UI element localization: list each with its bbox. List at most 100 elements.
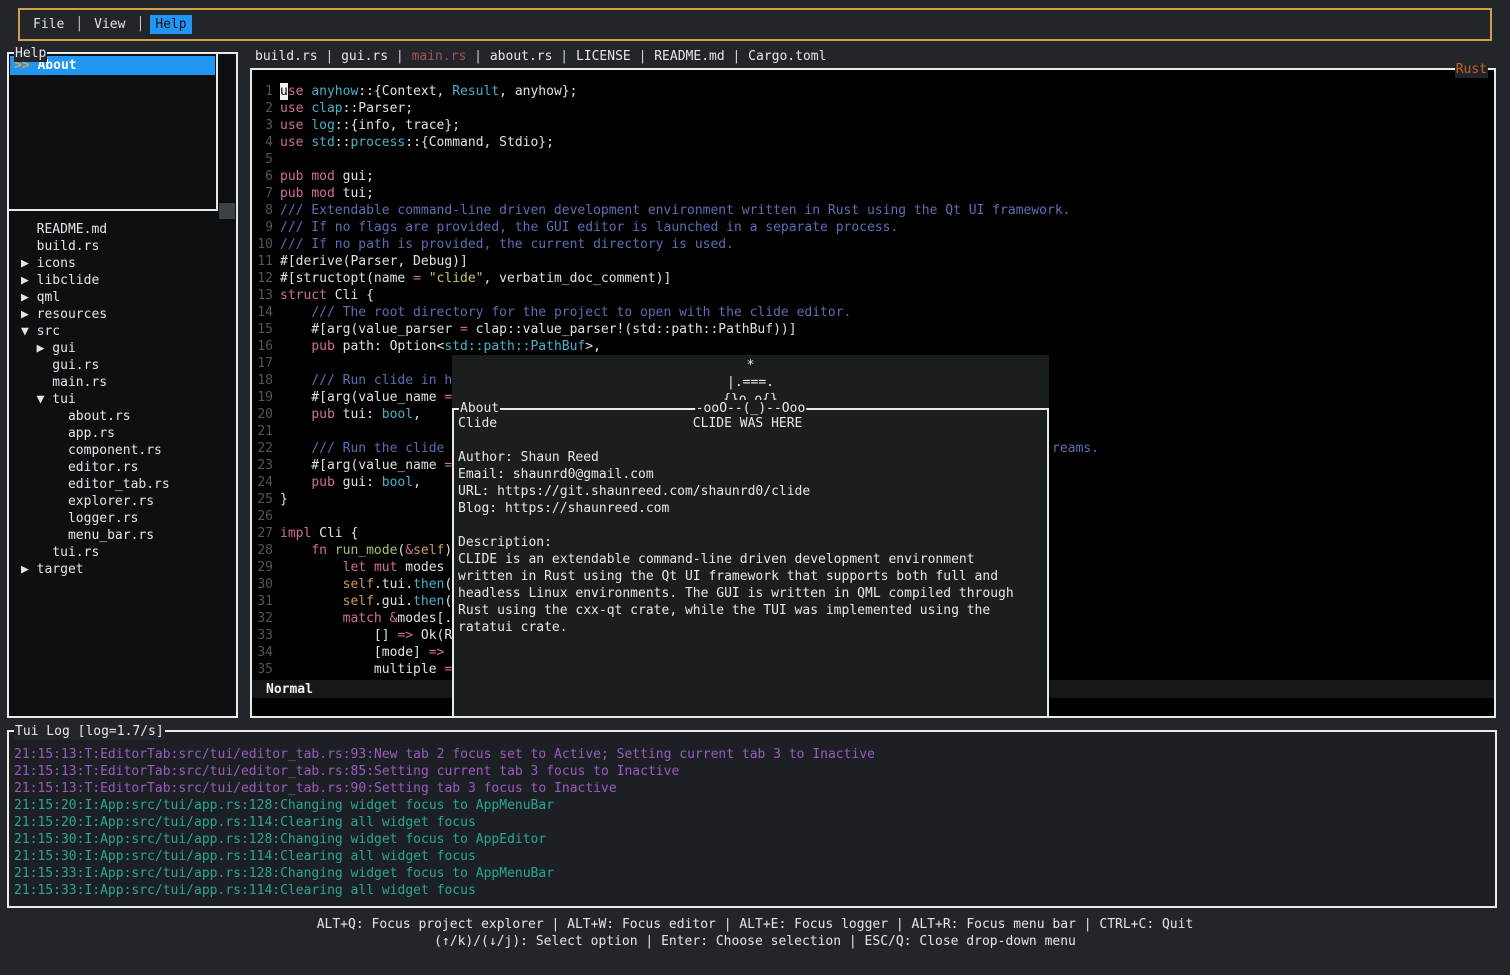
code-token: [mode] <box>280 644 429 661</box>
menu-item-file[interactable]: File <box>28 15 69 34</box>
about-popup-line: Rust using the cxx-qt crate, while the T… <box>458 602 1045 619</box>
log-entry: 21:15:13:T:EditorTab:src/tui/editor_tab.… <box>14 780 1493 797</box>
code-token: multiple <box>280 661 444 678</box>
tui-log-title: Tui Log [log=1.7/s] <box>14 723 165 740</box>
clide-tui-app: File│View│Help README.md build.rs▶ icons… <box>0 0 1510 975</box>
about-popup-line: Clide CLIDE WAS HERE <box>458 415 1045 432</box>
code-token: then <box>413 593 444 610</box>
line-number: 23 <box>256 457 273 474</box>
file-tree-item[interactable]: ▶ target <box>13 561 234 578</box>
dropdown-scrollbar-thumb[interactable] <box>219 203 235 219</box>
file-tree-item[interactable]: component.rs <box>13 442 234 459</box>
file-tree-item[interactable]: explorer.rs <box>13 493 234 510</box>
code-token: clap::value_parser!(std::path::PathBuf))… <box>468 321 797 338</box>
line-number: 1 <box>256 83 273 100</box>
code-token: >, <box>585 338 601 355</box>
editor-tab-gui-rs[interactable]: gui.rs <box>341 49 388 64</box>
code-token: /// Run clide in h <box>311 372 452 389</box>
help-dropdown-menu: Help >> About <box>7 52 218 211</box>
code-line: 12#[structopt(name = "clide", verbatim_d… <box>256 270 1491 287</box>
code-token: => <box>397 627 413 644</box>
code-token: se <box>288 83 304 100</box>
line-number: 27 <box>256 525 273 542</box>
code-token: use <box>280 134 303 151</box>
code-token <box>280 440 311 457</box>
line-number: 3 <box>256 117 273 134</box>
code-token: => <box>429 644 445 661</box>
code-token: , verbatim_doc_comment)] <box>484 270 672 287</box>
code-token: = <box>460 321 468 338</box>
file-tree-item[interactable]: app.rs <box>13 425 234 442</box>
file-tree-item[interactable]: README.md <box>13 221 234 238</box>
code-token: #[arg(value_name <box>280 389 444 406</box>
file-tree-item[interactable]: ▼ tui <box>13 391 234 408</box>
code-token: "clide" <box>429 270 484 287</box>
file-tree-item[interactable]: ▶ libclide <box>13 272 234 289</box>
code-token: modes[. <box>397 610 452 627</box>
file-tree-item[interactable]: gui.rs <box>13 357 234 374</box>
code-line: 14 /// The root directory for the projec… <box>256 304 1491 321</box>
line-number: 30 <box>256 576 273 593</box>
about-popup-line: Description: <box>458 534 1045 551</box>
tui-log-panel[interactable]: Tui Log [log=1.7/s] 21:15:13:T:EditorTab… <box>7 730 1497 908</box>
file-tree-item[interactable]: main.rs <box>13 374 234 391</box>
file-tree-item[interactable]: ▶ icons <box>13 255 234 272</box>
line-number: 7 <box>256 185 273 202</box>
file-tree-item[interactable]: ▶ gui <box>13 340 234 357</box>
about-popup-line: Email: shaunrd0@gmail.com <box>458 466 1045 483</box>
editor-tab-cargo-toml[interactable]: Cargo.toml <box>748 49 826 64</box>
code-line: 10/// If no path is provided, the curren… <box>256 236 1491 253</box>
code-token: self <box>343 576 374 593</box>
keybinding-help-line-2: (↑/k)/(↓/j): Select option | Enter: Choo… <box>0 933 1510 950</box>
code-line: 8/// Extendable command-line driven deve… <box>256 202 1491 219</box>
editor-tab-license[interactable]: LICENSE <box>576 49 631 64</box>
editor-tab-readme-md[interactable]: README.md <box>654 49 724 64</box>
line-number: 12 <box>256 270 273 287</box>
line-number: 24 <box>256 474 273 491</box>
file-tree-item[interactable]: editor.rs <box>13 459 234 476</box>
code-token <box>280 372 311 389</box>
code-token: , anyhow}; <box>499 83 577 100</box>
file-tree-item[interactable]: ▶ qml <box>13 289 234 306</box>
about-popup-line <box>458 517 1045 534</box>
code-line: 13struct Cli { <box>256 287 1491 304</box>
file-tree-item[interactable]: build.rs <box>13 238 234 255</box>
code-token: tui: <box>335 406 382 423</box>
tab-separator: | <box>725 49 748 64</box>
code-line: 16 pub path: Option<std::path::PathBuf>, <box>256 338 1491 355</box>
editor-tab-about-rs[interactable]: about.rs <box>490 49 553 64</box>
code-token <box>280 474 311 491</box>
code-line: 9/// If no flags are provided, the GUI e… <box>256 219 1491 236</box>
file-tree-item[interactable]: tui.rs <box>13 544 234 561</box>
file-tree-item[interactable]: editor_tab.rs <box>13 476 234 493</box>
log-entry: 21:15:30:I:App:src/tui/app.rs:128:Changi… <box>14 831 1493 848</box>
line-number: 5 <box>256 151 273 168</box>
menu-item-view[interactable]: View <box>89 15 130 34</box>
code-token: modes <box>397 559 444 576</box>
code-token: let <box>343 559 366 576</box>
file-tree-item[interactable]: logger.rs <box>13 510 234 527</box>
file-tree-item[interactable]: menu_bar.rs <box>13 527 234 544</box>
file-tree-item[interactable]: about.rs <box>13 408 234 425</box>
line-number: 14 <box>256 304 273 321</box>
code-token: fn <box>311 542 327 559</box>
tab-separator: | <box>388 49 411 64</box>
code-token: Ok(R <box>413 627 452 644</box>
code-token: #[structopt(name <box>280 270 413 287</box>
code-token: & <box>390 610 398 627</box>
log-entry: 21:15:30:I:App:src/tui/app.rs:114:Cleari… <box>14 848 1493 865</box>
file-tree-item[interactable]: ▶ resources <box>13 306 234 323</box>
about-popup-line <box>458 432 1045 449</box>
line-number: 15 <box>256 321 273 338</box>
code-token: & <box>405 542 413 559</box>
line-number: 17 <box>256 355 273 372</box>
code-token: path: Option< <box>335 338 445 355</box>
editor-tab-main-rs[interactable]: main.rs <box>412 49 467 64</box>
line-number: 32 <box>256 610 273 627</box>
line-number: 19 <box>256 389 273 406</box>
code-token <box>280 304 311 321</box>
code-token: use <box>280 100 303 117</box>
file-tree-item[interactable]: ▼ src <box>13 323 234 340</box>
menu-item-help[interactable]: Help <box>150 15 191 34</box>
editor-tab-build-rs[interactable]: build.rs <box>255 49 318 64</box>
